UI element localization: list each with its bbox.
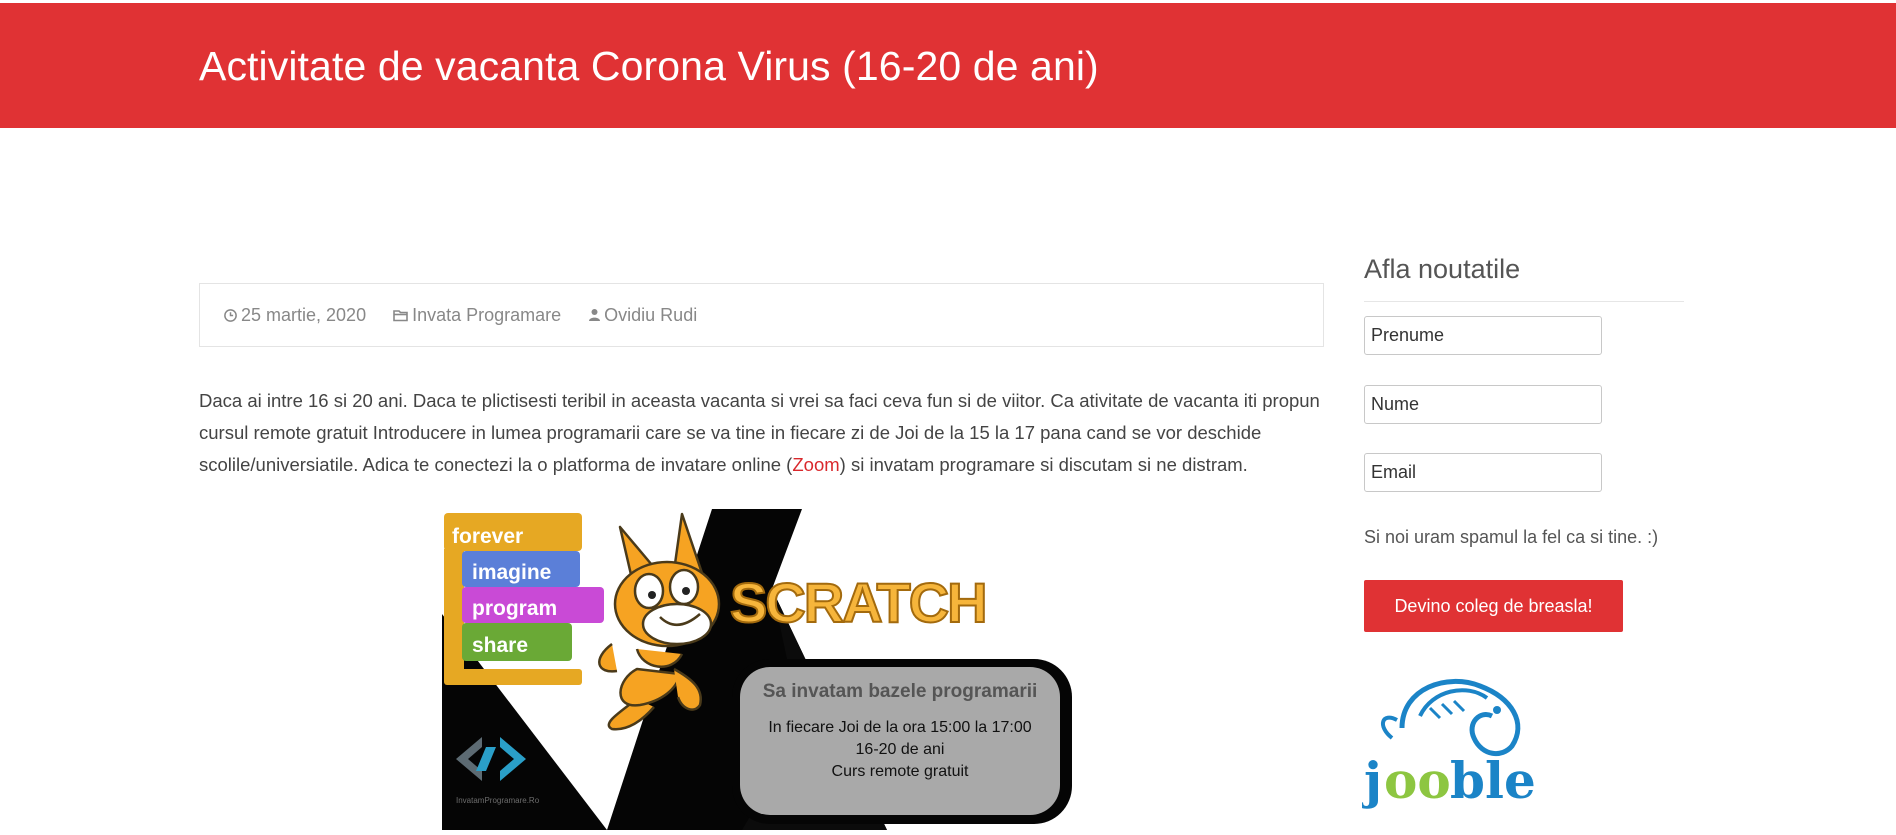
spam-note: Si noi uram spamul la fel ca si tine. :) — [1364, 527, 1659, 547]
article-body: Daca ai intre 16 si 20 ani. Daca te plic… — [199, 385, 1324, 481]
scratch-wordmark: SCRATCH — [730, 571, 986, 634]
post-meta: 25 martie, 2020 Invata Programare Ovidiu… — [199, 283, 1324, 347]
article-text-end: ) si invatam programare si discutam si n… — [839, 454, 1248, 475]
jooble-wordmark: j — [1362, 751, 1382, 810]
card-line-remote: Curs remote gratuit — [832, 763, 969, 780]
first-name-field[interactable] — [1364, 316, 1602, 355]
sidebar-divider — [1364, 301, 1684, 302]
block-share-label: share — [472, 634, 528, 657]
card-line-age: 16-20 de ani — [856, 741, 945, 758]
page-title: Activitate de vacanta Corona Virus (16-2… — [199, 43, 1099, 89]
email-field[interactable] — [1364, 453, 1602, 492]
article-paragraph: Daca ai intre 16 si 20 ani. Daca te plic… — [199, 385, 1324, 481]
post-category[interactable]: Invata Programare — [393, 305, 561, 326]
logo-caption: InvatamProgramare.Ro — [456, 796, 540, 805]
jooble-logo-icon[interactable]: j oo ble — [1362, 668, 1537, 814]
block-forever-label: forever — [452, 525, 523, 548]
last-name-field[interactable] — [1364, 385, 1602, 424]
block-program-label: program — [472, 597, 557, 620]
post-author-text: Ovidiu Rudi — [604, 304, 698, 325]
scratch-course-graphic: forever imagine program share SCRATCH Sa… — [442, 509, 1074, 830]
user-icon — [589, 309, 601, 321]
post-date-text: 25 martie, 2020 — [241, 304, 367, 325]
subscribe-button[interactable]: Devino coleg de breasla! — [1364, 580, 1623, 632]
post-date[interactable]: 25 martie, 2020 — [223, 305, 366, 326]
card-line-schedule: In fiecare Joi de la ora 15:00 la 17:00 — [768, 719, 1031, 736]
sidebar-title: Afla noutatile — [1364, 254, 1521, 284]
clock-icon — [224, 308, 237, 322]
card-title: Sa invatam bazele programarii — [763, 681, 1038, 702]
zoom-link[interactable]: Zoom — [792, 454, 839, 475]
jooble-wordmark-oo: oo — [1384, 751, 1451, 810]
title-banner: Activitate de vacanta Corona Virus (16-2… — [0, 3, 1896, 128]
post-category-text: Invata Programare — [412, 304, 562, 325]
folder-icon — [393, 309, 408, 321]
scratch-course-image: forever imagine program share SCRATCH Sa… — [442, 509, 1074, 830]
jooble-wordmark-ble: ble — [1450, 751, 1536, 810]
post-author[interactable]: Ovidiu Rudi — [588, 305, 697, 326]
block-imagine-label: imagine — [472, 561, 551, 584]
